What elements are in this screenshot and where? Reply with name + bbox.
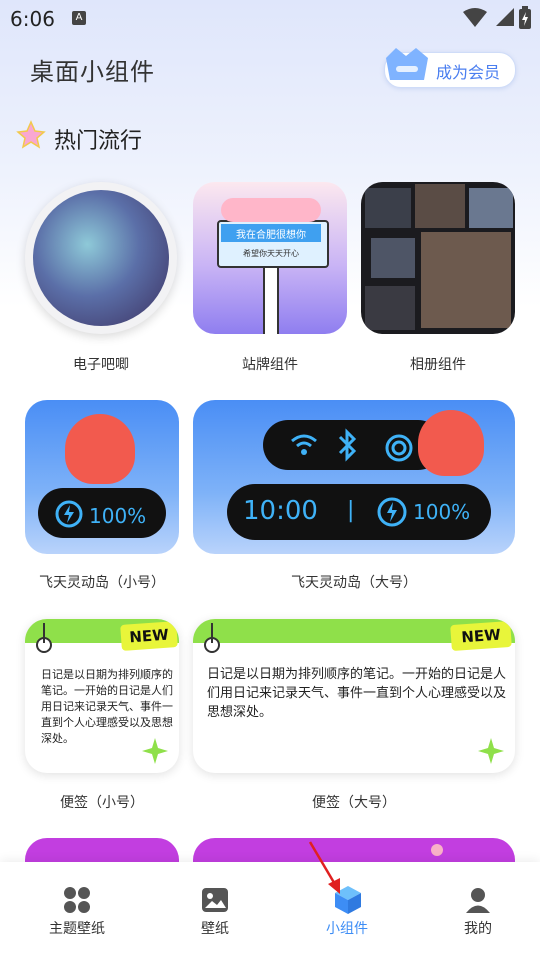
status-bar: 6:06 A xyxy=(0,0,540,36)
album-widget-label: 相册组件 xyxy=(410,357,466,373)
sign-board-text: 我在合肥很想你 xyxy=(236,230,306,241)
page-title: 桌面小组件 xyxy=(30,58,155,86)
mascot-icon xyxy=(65,414,135,484)
album-photo xyxy=(371,238,415,278)
grid-icon xyxy=(64,887,90,913)
notification-icon: A xyxy=(72,11,86,25)
badge-artwork xyxy=(33,190,169,326)
sparkle-icon xyxy=(142,738,168,764)
island-large-widget[interactable]: 10:00 | 100% xyxy=(193,400,515,554)
sign-sub-text: 希望你天天开心 xyxy=(243,249,299,258)
sign-pole xyxy=(263,266,279,334)
nav-item-wallpaper[interactable]: 壁纸 xyxy=(165,876,265,948)
new-tag: NEW xyxy=(120,621,178,651)
vip-crown-icon xyxy=(386,48,428,80)
note-small-label: 便签（小号） xyxy=(60,795,144,811)
wifi-icon xyxy=(291,434,317,455)
nav-label: 主题壁纸 xyxy=(49,921,105,937)
badge-widget[interactable] xyxy=(25,182,177,334)
battery-percent: 100% xyxy=(413,500,471,524)
person-icon xyxy=(466,888,490,913)
note-small-widget[interactable]: NEW 日记是以日期为排列顺序的 笔记。一开始的日记是人们 用日记来记录天气、事… xyxy=(25,619,179,773)
nav-label: 壁纸 xyxy=(201,921,229,937)
star-icon xyxy=(16,120,46,149)
album-photo xyxy=(421,232,511,328)
island-large-label: 飞天灵动岛（大号） xyxy=(291,575,417,591)
album-widget[interactable] xyxy=(361,182,515,334)
album-photo xyxy=(469,188,513,228)
bluetooth-icon xyxy=(338,428,357,462)
note-small-text: 日记是以日期为排列顺序的 笔记。一开始的日记是人们 用日记来记录天气、事件一 直… xyxy=(41,667,173,747)
note-large-widget[interactable]: NEW 日记是以日期为排列顺序的笔记。一开始的日记是人 们用日记来记录天气、事件… xyxy=(193,619,515,773)
note-line: 日记是以日期为排列顺序的笔记。一开始的日记是人 xyxy=(207,667,507,682)
note-line: 们用日记来记录天气、事件一直到个人心理感受以及 xyxy=(207,686,507,701)
note-large-text: 日记是以日期为排列顺序的笔记。一开始的日记是人 们用日记来记录天气、事件一直到个… xyxy=(207,665,507,722)
clock-text: 10:00 xyxy=(243,496,318,526)
flower-icon xyxy=(431,844,443,856)
pin-icon xyxy=(36,623,52,653)
sign-widget-label: 站牌组件 xyxy=(242,357,298,373)
pill-separator: | xyxy=(347,498,355,523)
island-small-widget[interactable]: 100% xyxy=(25,400,179,554)
note-large-label: 便签（大号） xyxy=(312,795,396,811)
sign-widget[interactable]: 我在合肥很想你 希望你天天开心 xyxy=(193,182,347,334)
sparkle-icon xyxy=(478,738,504,764)
badge-widget-label: 电子吧唧 xyxy=(73,357,129,373)
album-photo xyxy=(415,184,465,228)
nav-item-profile[interactable]: 我的 xyxy=(428,876,528,948)
new-tag: NEW xyxy=(450,620,512,652)
note-line: 日记是以日期为排列顺序的 xyxy=(41,668,173,681)
sign-mascots xyxy=(221,198,321,222)
nav-label: 小组件 xyxy=(326,921,368,937)
red-arrow-annotation xyxy=(308,841,340,894)
charging-icon xyxy=(55,500,83,528)
nav-item-theme-wallpaper[interactable]: 主题壁纸 xyxy=(27,876,127,948)
album-photo xyxy=(365,188,411,228)
nav-label: 我的 xyxy=(464,921,492,937)
battery-percent: 100% xyxy=(89,504,147,528)
note-line: 思想深处。 xyxy=(207,705,273,720)
island-small-label: 飞天灵动岛（小号） xyxy=(39,575,165,591)
section-title: 热门流行 xyxy=(54,129,143,154)
note-line: 用日记来记录天气、事件一 xyxy=(41,700,173,713)
status-time: 6:06 xyxy=(10,7,55,31)
vip-label: 成为会员 xyxy=(436,63,501,82)
pin-icon xyxy=(204,623,220,653)
note-line: 笔记。一开始的日记是人们 xyxy=(41,684,173,697)
album-photo xyxy=(365,286,415,330)
charging-icon xyxy=(377,497,407,527)
note-line: 直到个人心理感受以及思想 xyxy=(41,716,173,729)
nfc-icon xyxy=(385,434,413,462)
signal-icon xyxy=(496,8,514,26)
battery-icon xyxy=(519,6,531,29)
image-icon xyxy=(202,888,228,912)
wifi-icon xyxy=(463,8,487,27)
mascot-icon xyxy=(418,410,484,476)
